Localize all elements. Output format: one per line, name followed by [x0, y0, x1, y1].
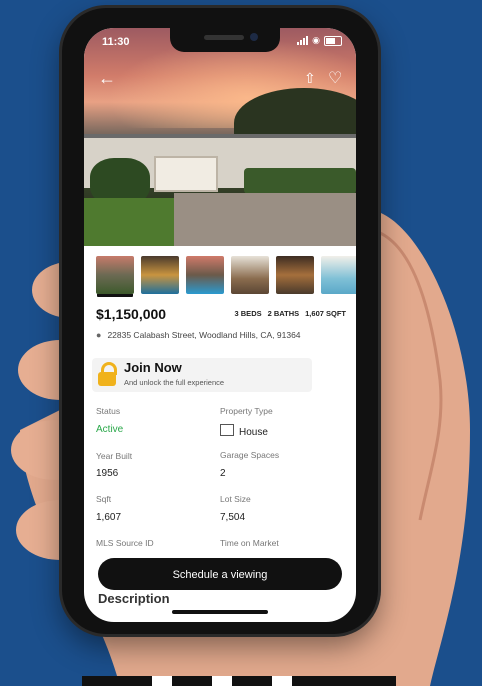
- join-title[interactable]: Join Now: [124, 360, 182, 375]
- status-label: Status: [96, 406, 121, 416]
- baths-count: 2 BATHS: [267, 309, 300, 318]
- description-heading: Description: [98, 591, 170, 606]
- lot-size-value: 7,504: [220, 512, 246, 523]
- schedule-viewing-button[interactable]: Schedule a viewing: [98, 558, 342, 590]
- app-screen: 11:30 ◉ ← ⇧ ♡ $1,150,000 3 BEDS 2 BATHS …: [84, 28, 356, 622]
- property-type-label: Property Type: [220, 406, 273, 416]
- property-photo: ← ⇧ ♡: [84, 28, 356, 246]
- unlock-icon: [98, 362, 117, 386]
- location-pin-icon: ●: [96, 330, 102, 340]
- thumbnail[interactable]: [186, 256, 224, 294]
- address-text: 22835 Calabash Street, Woodland Hills, C…: [107, 330, 301, 340]
- mls-source-label: MLS Source ID: [96, 538, 154, 548]
- signal-icon: [297, 36, 309, 45]
- sqft-count: 1,607 SQFT: [305, 309, 346, 318]
- thumbnail[interactable]: [96, 256, 134, 294]
- join-subtitle: And unlock the full experience: [124, 378, 225, 387]
- wifi-icon: ◉: [312, 35, 320, 45]
- garage-value: 2: [220, 468, 226, 479]
- battery-icon: [324, 35, 342, 46]
- listing-specs: 3 BEDS 2 BATHS 1,607 SQFT: [235, 309, 346, 318]
- building-icon: [220, 424, 234, 436]
- lot-size-label: Lot Size: [220, 494, 251, 504]
- share-icon[interactable]: ⇧: [304, 70, 316, 87]
- home-indicator[interactable]: [172, 610, 268, 614]
- heart-icon[interactable]: ♡: [328, 68, 342, 88]
- thumbnail[interactable]: [231, 256, 269, 294]
- phone-frame: 11:30 ◉ ← ⇧ ♡ $1,150,000 3 BEDS 2 BATHS …: [62, 8, 378, 634]
- property-type-value: House: [220, 424, 268, 438]
- sqft-value: 1,607: [96, 512, 122, 523]
- status-time: 11:30: [102, 36, 130, 48]
- photo-thumbnails: [96, 256, 356, 294]
- year-built-label: Year Built: [96, 451, 133, 461]
- beds-count: 3 BEDS: [234, 309, 262, 318]
- time-on-market-label: Time on Market: [220, 538, 279, 548]
- sqft-label: Sqft: [96, 494, 112, 504]
- thumbnail[interactable]: [276, 256, 314, 294]
- garage-label: Garage Spaces: [220, 450, 280, 460]
- listing-price: $1,150,000: [96, 306, 167, 322]
- property-type-text: House: [239, 427, 268, 438]
- year-built-value: 1956: [96, 468, 119, 479]
- thumbnail[interactable]: [141, 256, 179, 294]
- thumbnail[interactable]: [321, 256, 356, 294]
- status-value: Active: [96, 424, 124, 435]
- bottom-strip: [82, 676, 396, 686]
- arrow-left-icon[interactable]: ←: [98, 68, 116, 89]
- notch: [170, 28, 280, 52]
- listing-address: ● 22835 Calabash Street, Woodland Hills,…: [96, 330, 301, 340]
